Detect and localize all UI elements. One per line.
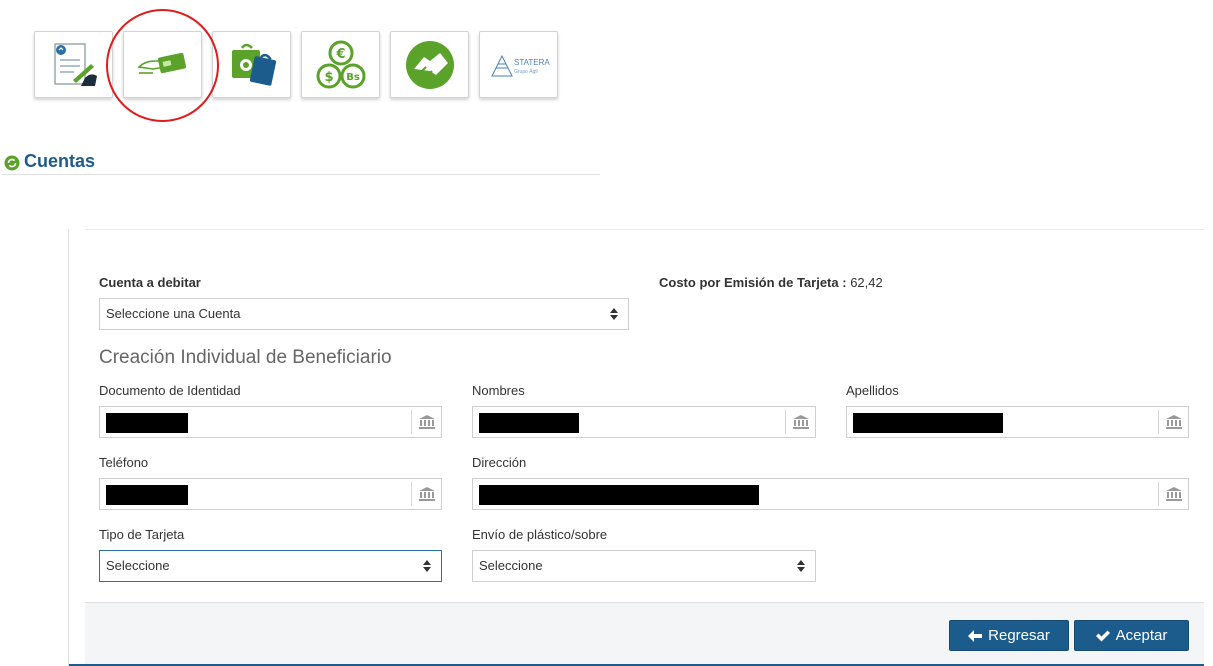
- envio-select-value: Seleccione: [479, 558, 543, 573]
- tipo-tarjeta-label: Tipo de Tarjeta: [99, 527, 185, 542]
- costo-label: Costo por Emisión de Tarjeta :: [659, 275, 847, 290]
- aceptar-button[interactable]: Aceptar: [1074, 620, 1189, 651]
- envio-select[interactable]: Seleccione: [472, 550, 816, 582]
- documento-input[interactable]: [99, 406, 442, 438]
- nombres-input[interactable]: [472, 406, 816, 438]
- telefono-input[interactable]: [99, 478, 442, 510]
- beneficiary-subtitle: Creación Individual de Beneficiario: [99, 347, 392, 368]
- handshake-icon: [405, 40, 454, 89]
- section-header: Cuentas: [2, 150, 600, 175]
- cuenta-label: Cuenta a debitar: [99, 275, 201, 290]
- telefono-label: Teléfono: [99, 455, 149, 470]
- statera-tile[interactable]: STATERA Grupo Ágil: [479, 31, 558, 98]
- section-title: Cuentas: [24, 151, 96, 171]
- redacted-value: [106, 413, 188, 433]
- bank-icon: [411, 482, 441, 506]
- apellidos-label: Apellidos: [846, 383, 899, 398]
- direccion-label: Dirección: [472, 455, 527, 470]
- redacted-value: [479, 485, 759, 505]
- bank-icon: [785, 410, 815, 434]
- currency-coins-icon: € $ Bs: [316, 40, 365, 88]
- svg-text:Bs: Bs: [346, 72, 360, 83]
- apellidos-input[interactable]: [846, 406, 1189, 438]
- regresar-button[interactable]: Regresar: [949, 620, 1069, 651]
- tipo-tarjeta-select-value: Seleccione: [106, 558, 170, 573]
- select-arrows-icon: [423, 560, 431, 572]
- cuenta-select[interactable]: Seleccione una Cuenta: [99, 298, 629, 330]
- panel-top-divider: [85, 229, 1204, 230]
- svg-text:$: $: [324, 70, 333, 85]
- aceptar-label: Aceptar: [1115, 627, 1168, 644]
- card-payment-tile[interactable]: [123, 31, 202, 98]
- statera-logo-subtext: Grupo Ágil: [514, 68, 538, 75]
- redacted-value: [106, 485, 188, 505]
- document-signing-icon: [53, 42, 97, 86]
- cuenta-select-value: Seleccione una Cuenta: [106, 306, 241, 321]
- bank-icon: [1158, 410, 1188, 434]
- shopping-bags-icon: [231, 43, 276, 86]
- arrow-left-icon: [968, 629, 983, 642]
- form-footer: Regresar Aceptar: [85, 602, 1204, 666]
- tipo-tarjeta-select[interactable]: Seleccione: [99, 550, 442, 582]
- bank-icon: [1158, 482, 1188, 506]
- envio-label: Envío de plástico/sobre: [472, 527, 608, 542]
- refresh-icon: [4, 155, 20, 171]
- costo-value: 62,42: [850, 275, 883, 290]
- beneficiary-form-panel: Cuenta a debitar Costo por Emisión de Ta…: [68, 229, 1204, 666]
- select-arrows-icon: [610, 308, 618, 320]
- check-icon: [1095, 630, 1110, 641]
- currency-coins-tile[interactable]: € $ Bs: [301, 31, 380, 98]
- statera-logo-text: STATERA: [514, 58, 550, 67]
- svg-text:€: €: [335, 47, 345, 62]
- redacted-value: [479, 413, 579, 433]
- nombres-label: Nombres: [472, 383, 525, 398]
- document-signing-tile[interactable]: [34, 31, 113, 98]
- documento-label: Documento de Identidad: [99, 383, 241, 398]
- redacted-value: [853, 413, 1003, 433]
- statera-logo-icon: STATERA Grupo Ágil: [490, 54, 550, 76]
- direccion-input[interactable]: [472, 478, 1189, 510]
- select-arrows-icon: [797, 560, 805, 572]
- handshake-tile[interactable]: [390, 31, 469, 98]
- bank-icon: [411, 410, 441, 434]
- regresar-label: Regresar: [988, 627, 1050, 644]
- shopping-bags-tile[interactable]: [212, 31, 291, 98]
- card-payment-icon: [136, 52, 186, 74]
- costo-emision: Costo por Emisión de Tarjeta : 62,42: [659, 275, 883, 290]
